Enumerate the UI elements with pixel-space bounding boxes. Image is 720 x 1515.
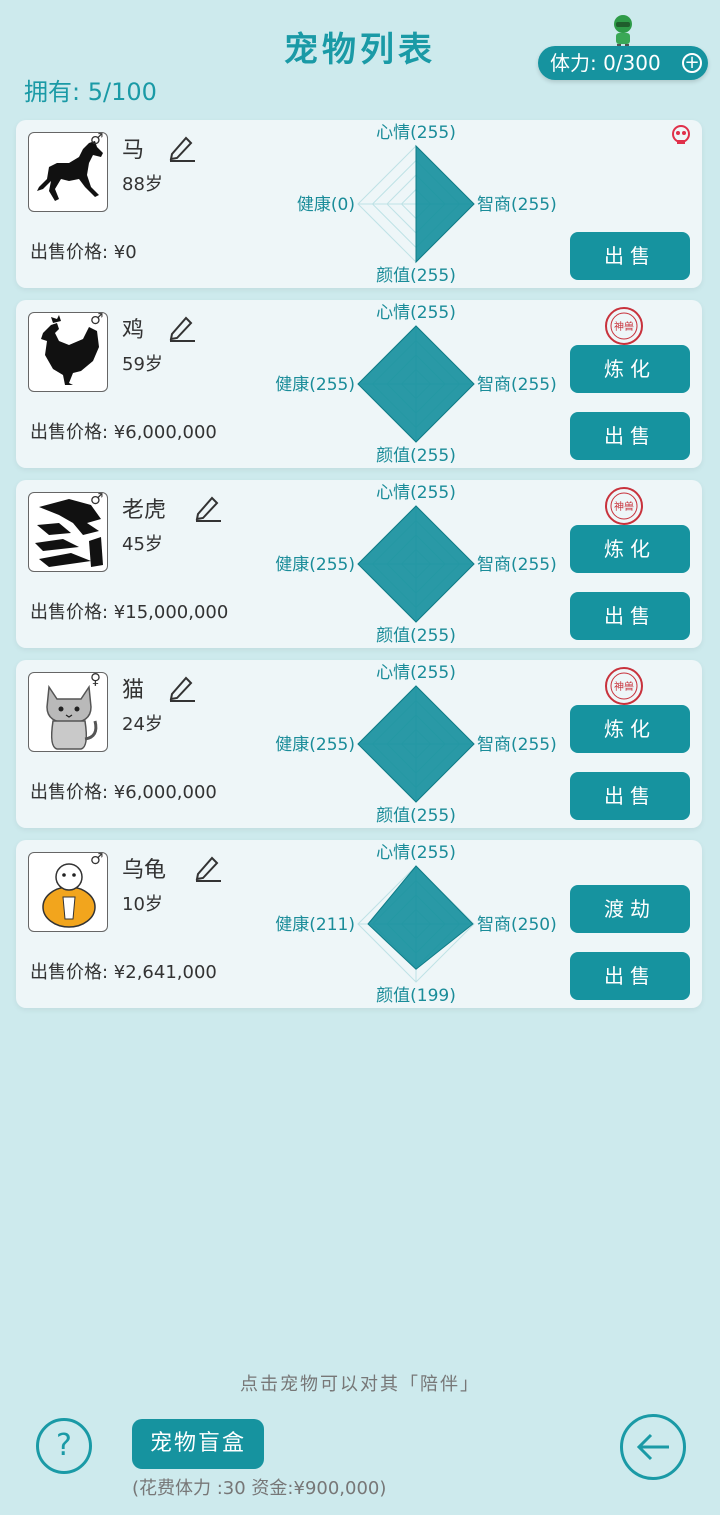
stat-iq-label: 智商(255) [477,195,557,215]
edit-name-icon[interactable] [168,312,196,342]
radar-stats-area [415,144,475,264]
pet-age: 45岁 [122,534,163,555]
sell-button[interactable]: 出售 [570,592,690,640]
gender-icon: ♀ [90,670,101,688]
stat-looks-label: 颜值(255) [376,446,456,466]
arrow-left-icon [636,1433,669,1461]
back-button[interactable] [620,1414,686,1480]
seal-text: 神兽 [614,320,634,333]
stat-mood-label: 心情(255) [376,123,456,143]
stat-health-label: 健康(255) [275,375,355,395]
sale-price: 出售价格: ¥15,000,000 [30,602,229,623]
owned-count: 拥有: 5/100 [24,78,157,106]
tribulation-button[interactable]: 渡劫 [570,885,690,933]
divine-beast-seal-icon: 神兽 [605,667,643,705]
stat-iq-label: 智商(255) [477,735,557,755]
pet-age: 24岁 [122,714,163,735]
divine-beast-seal-icon: 神兽 [605,487,643,525]
sale-price: 出售价格: ¥0 [30,242,137,263]
pet-name: 老虎 [122,498,167,523]
mascot-icon [614,15,632,50]
stat-mood-label: 心情(255) [376,843,456,863]
sale-price: 出售价格: ¥2,641,000 [30,962,217,983]
stat-looks-label: 颜值(255) [376,626,456,646]
pet-card[interactable]: ♂ 马 88岁 出售价格: ¥0 心情(255) 智商(255) 颜值(255)… [16,120,702,288]
pet-age: 10岁 [122,894,163,915]
sale-price: 出售价格: ¥6,000,000 [30,782,217,803]
seal-text: 神兽 [614,500,634,513]
pet-card[interactable]: ♂ 鸡 59岁 出售价格: ¥6,000,000 心情(255) 智商(255)… [16,300,702,468]
refine-button[interactable]: 炼化 [570,705,690,753]
help-button[interactable]: ? [36,1418,92,1474]
refine-button[interactable]: 炼化 [570,525,690,573]
pet-age: 59岁 [122,354,163,375]
gender-icon: ♂ [90,310,104,328]
stat-health-label: 健康(255) [275,735,355,755]
pet-age: 88岁 [122,174,163,195]
gender-icon: ♂ [90,850,104,868]
sell-button[interactable]: 出售 [570,952,690,1000]
pet-card[interactable]: ♂ 乌龟 10岁 出售价格: ¥2,641,000 心情(255) 智商(250… [16,840,702,1008]
edit-name-icon[interactable] [168,672,196,702]
add-stamina-icon[interactable]: + [682,53,702,73]
stat-health-label: 健康(0) [297,195,355,215]
stats-radar-chart: 心情(255) 智商(255) 颜值(255) 健康(0) [297,123,557,286]
stat-mood-label: 心情(255) [376,483,456,503]
radar-stats-area [357,685,475,803]
stat-health-label: 健康(211) [275,915,355,935]
radar-stats-area [367,865,474,970]
pet-name: 猫 [122,678,145,703]
seal-text: 神兽 [614,680,634,693]
stat-looks-label: 颜值(255) [376,266,456,286]
pet-name: 马 [122,138,145,163]
sale-price: 出售价格: ¥6,000,000 [30,422,217,443]
gender-icon: ♂ [90,130,104,148]
stats-radar-chart: 心情(255) 智商(255) 颜值(255) 健康(255) [275,483,557,646]
sell-button[interactable]: 出售 [570,412,690,460]
skull-icon [672,125,690,144]
divine-beast-seal-icon: 神兽 [605,307,643,345]
stat-looks-label: 颜值(199) [376,986,456,1006]
stat-health-label: 健康(255) [275,555,355,575]
stamina-label: 体力: 0/300 [550,51,661,75]
sell-button[interactable]: 出售 [570,232,690,280]
edit-name-icon[interactable] [194,492,222,522]
stat-mood-label: 心情(255) [376,663,456,683]
stat-iq-label: 智商(250) [477,915,557,935]
pet-card[interactable]: ♀ 猫 24岁 出售价格: ¥6,000,000 心情(255) 智商(255)… [16,660,702,828]
blind-box-cost: (花费体力 :30 资金:¥900,000) [132,1478,387,1499]
pet-name: 乌龟 [122,858,167,883]
companion-hint: 点击宠物可以对其「陪伴」 [240,1374,480,1395]
radar-stats-area [357,505,475,623]
edit-name-icon[interactable] [194,852,222,882]
gender-icon: ♂ [90,490,104,508]
radar-stats-area [357,325,475,443]
pet-card[interactable]: ♂ 老虎 45岁 出售价格: ¥15,000,000 心情(255) 智商(25… [16,480,702,648]
stat-iq-label: 智商(255) [477,555,557,575]
edit-name-icon[interactable] [168,132,196,162]
stats-radar-chart: 心情(255) 智商(250) 颜值(199) 健康(211) [275,843,557,1006]
refine-button[interactable]: 炼化 [570,345,690,393]
stat-iq-label: 智商(255) [477,375,557,395]
pet-blind-box-button[interactable]: 宠物盲盒 [132,1419,264,1469]
sell-button[interactable]: 出售 [570,772,690,820]
stats-radar-chart: 心情(255) 智商(255) 颜值(255) 健康(255) [275,663,557,826]
stamina-bar: 体力: 0/300 + [538,46,708,80]
pet-name: 鸡 [122,318,145,343]
stats-radar-chart: 心情(255) 智商(255) 颜值(255) 健康(255) [275,303,557,466]
stat-mood-label: 心情(255) [376,303,456,323]
stat-looks-label: 颜值(255) [376,806,456,826]
